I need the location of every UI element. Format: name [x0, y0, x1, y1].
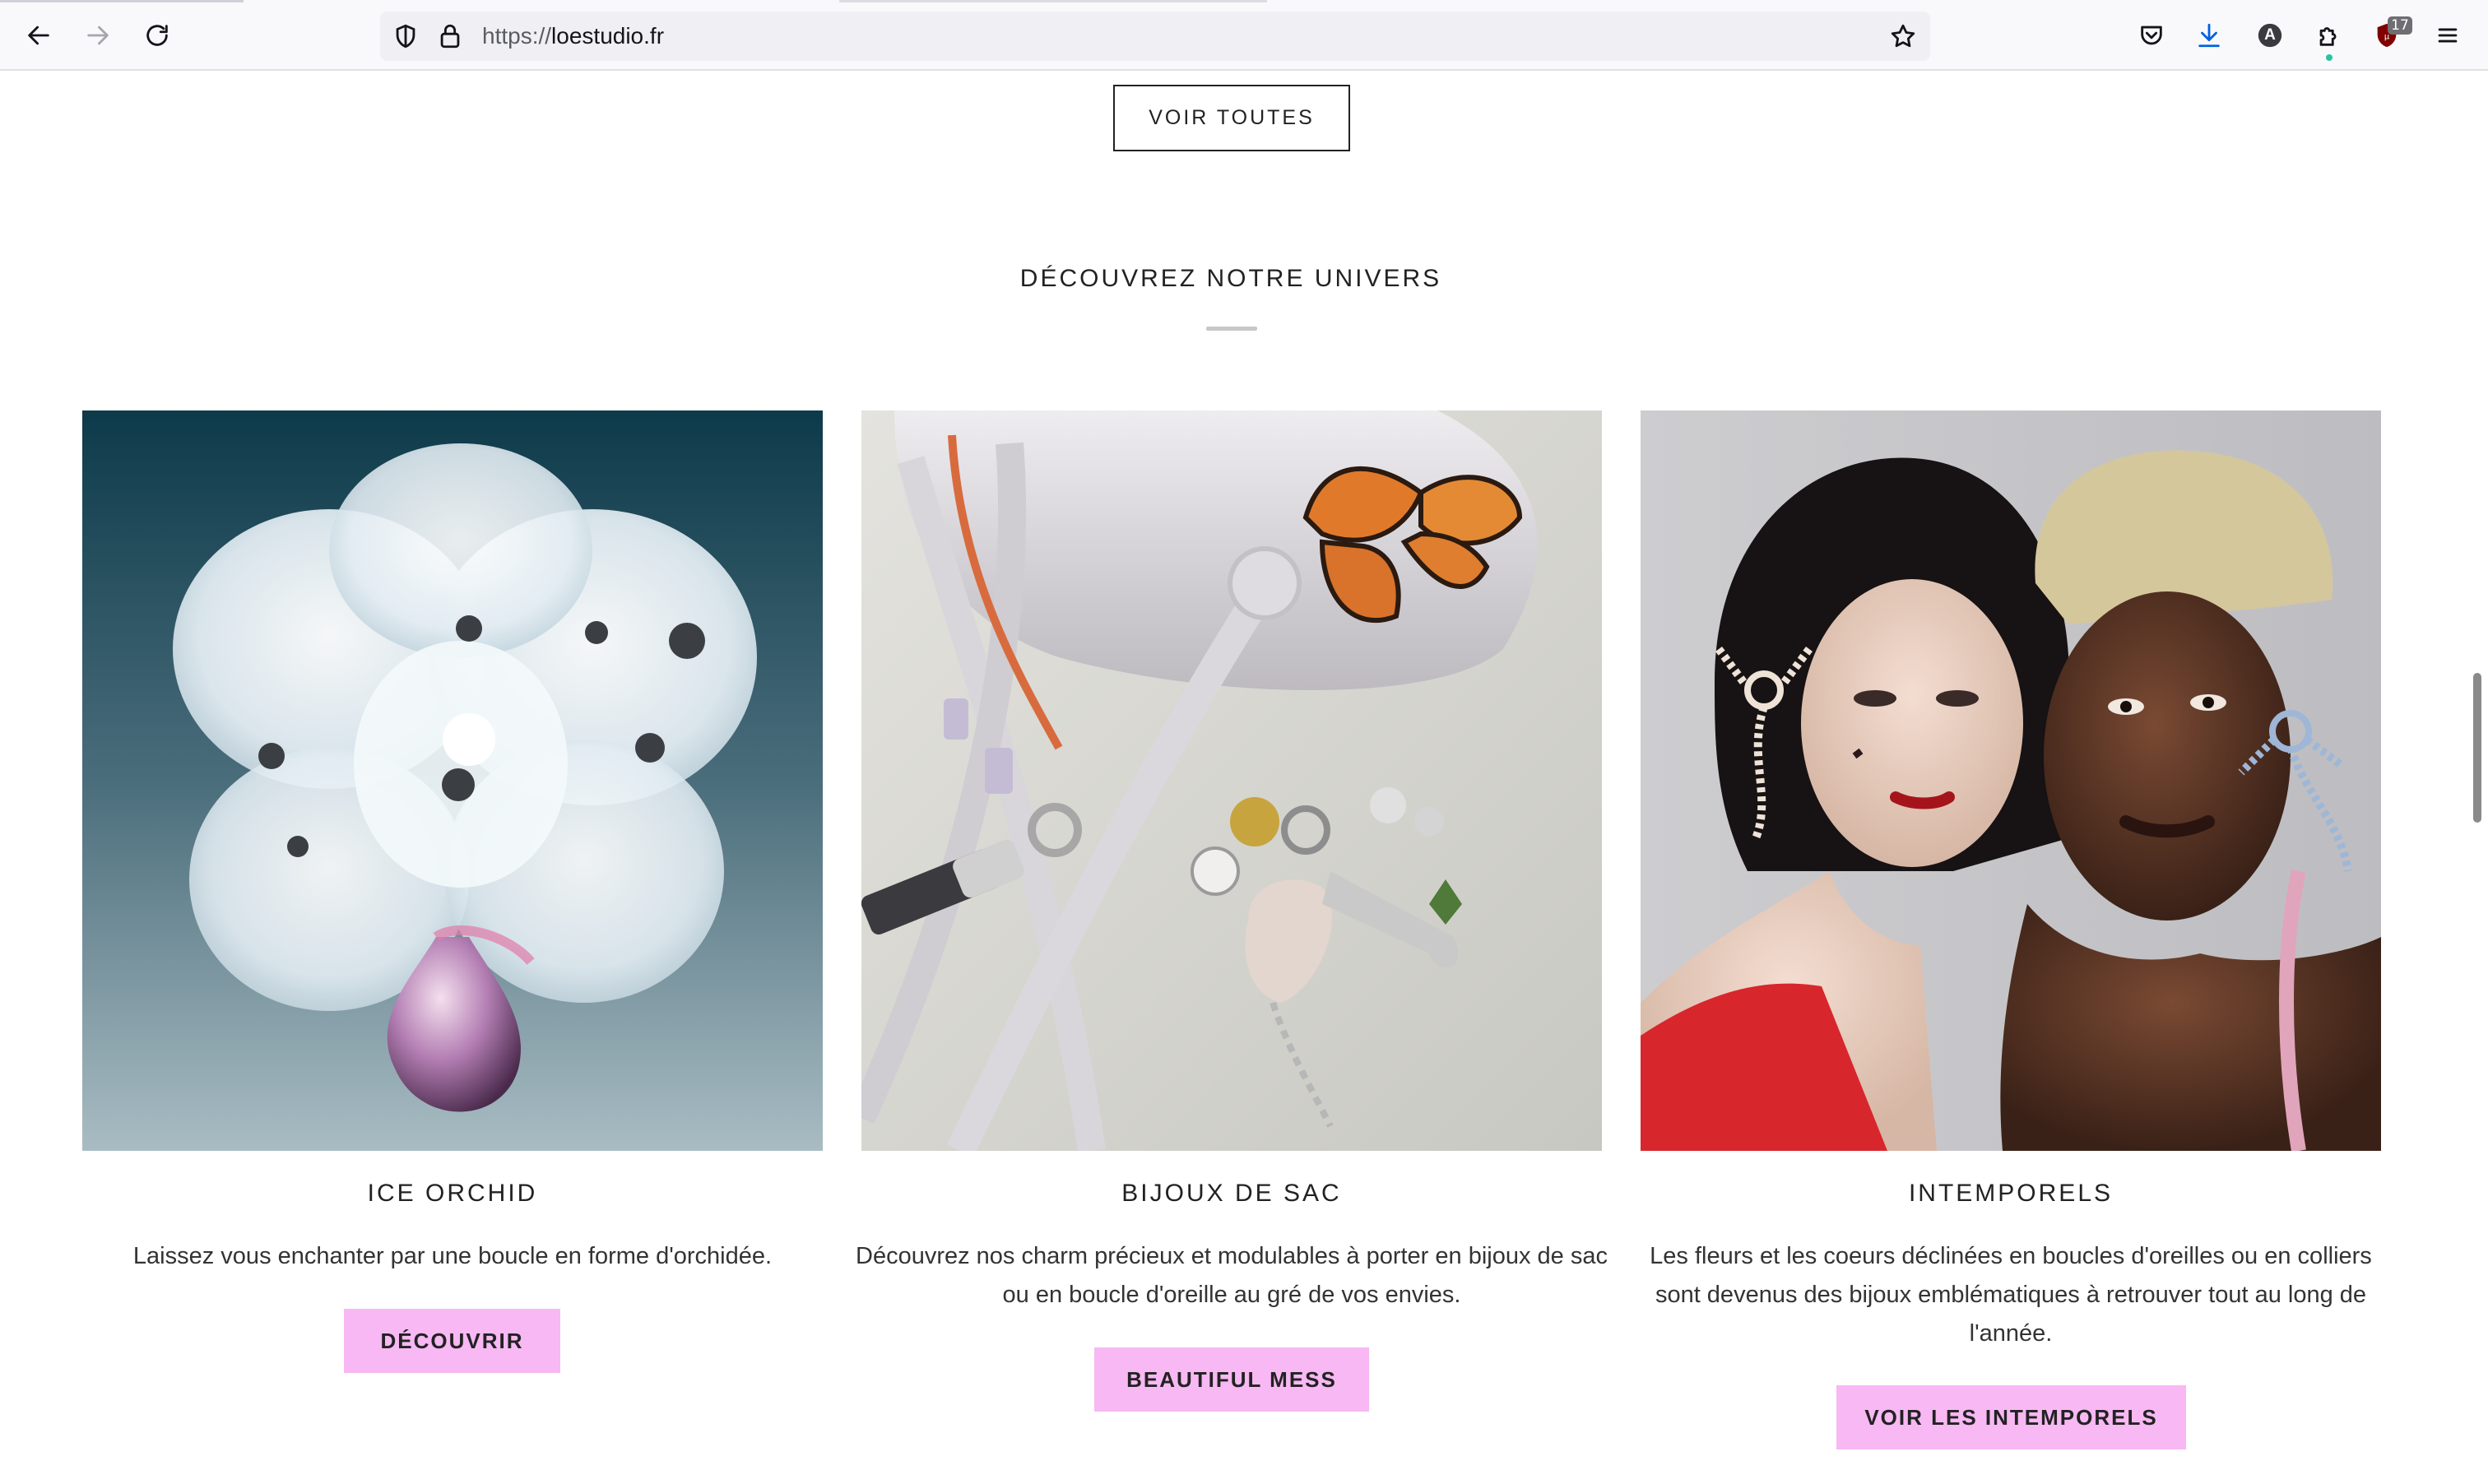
card-heading-intemporels: INTEMPORELS — [1908, 1180, 2114, 1207]
forward-button[interactable] — [77, 15, 118, 56]
shield-icon[interactable] — [392, 22, 420, 50]
extensions-puzzle-icon — [2319, 27, 2337, 46]
bookmark-star-icon[interactable] — [1889, 22, 1917, 50]
card-text-intemporels: Les fleurs et les coeurs déclinées en bo… — [1650, 1243, 2372, 1347]
forward-arrow-icon — [87, 26, 109, 45]
card-text-bag-charms: Découvrez nos charm précieux et modulabl… — [856, 1243, 1608, 1308]
downloads-button[interactable] — [2189, 15, 2230, 56]
app-menu-button[interactable] — [2427, 15, 2468, 56]
account-button[interactable]: A — [2249, 15, 2291, 56]
extensions-button[interactable] — [2309, 15, 2350, 61]
reload-button[interactable] — [137, 15, 178, 56]
url-bar[interactable]: https://loestudio.fr — [380, 12, 1930, 61]
url-protocol: https:// — [482, 23, 552, 49]
card-heading-ice-orchid: ICE ORCHID — [367, 1180, 538, 1207]
reload-icon — [146, 25, 168, 46]
download-icon — [2198, 23, 2220, 48]
back-arrow-icon — [28, 26, 49, 45]
intemporels-image[interactable] — [1641, 410, 2381, 1151]
card-text-ice-orchid: Laissez vous enchanter par une boucle en… — [132, 1243, 773, 1269]
bag-photo — [861, 410, 1602, 1151]
scrollbar-thumb[interactable] — [2473, 673, 2481, 823]
ublock-button[interactable]: µ 17 — [2366, 15, 2412, 56]
see-all-button[interactable]: VOIR TOUTES — [1113, 85, 1350, 151]
browser-toolbar: https://loestudio.fr A µ 17 — [0, 0, 2488, 71]
discover-button[interactable]: DÉCOUVRIR — [344, 1309, 560, 1373]
update-dot — [2326, 54, 2332, 61]
ice-orchid-image[interactable] — [82, 410, 823, 1151]
card-heading-bag-charms: BIJOUX DE SAC — [1121, 1180, 1342, 1207]
beautiful-mess-button[interactable]: BEAUTIFUL MESS — [1094, 1347, 1369, 1412]
hamburger-menu-icon — [2438, 28, 2458, 43]
title-divider — [1206, 327, 1257, 331]
bag-charms-image[interactable] — [861, 410, 1602, 1151]
account-initial: A — [2264, 26, 2276, 44]
see-intemporels-button[interactable]: VOIR LES INTEMPORELS — [1836, 1385, 2186, 1449]
lock-icon[interactable] — [436, 22, 464, 50]
url-text[interactable]: https://loestudio.fr — [482, 12, 664, 61]
url-domain: loestudio.fr — [551, 23, 665, 49]
tab-strip-hint — [0, 0, 2488, 3]
pocket-icon — [2141, 26, 2162, 45]
models-photo — [1641, 410, 2381, 1151]
section-title: DÉCOUVREZ NOTRE UNIVERS — [1019, 265, 1442, 292]
pocket-button[interactable] — [2131, 15, 2172, 56]
extension-badge: 17 — [2388, 16, 2412, 35]
orchid-photo — [82, 410, 823, 1151]
back-button[interactable] — [18, 15, 59, 56]
